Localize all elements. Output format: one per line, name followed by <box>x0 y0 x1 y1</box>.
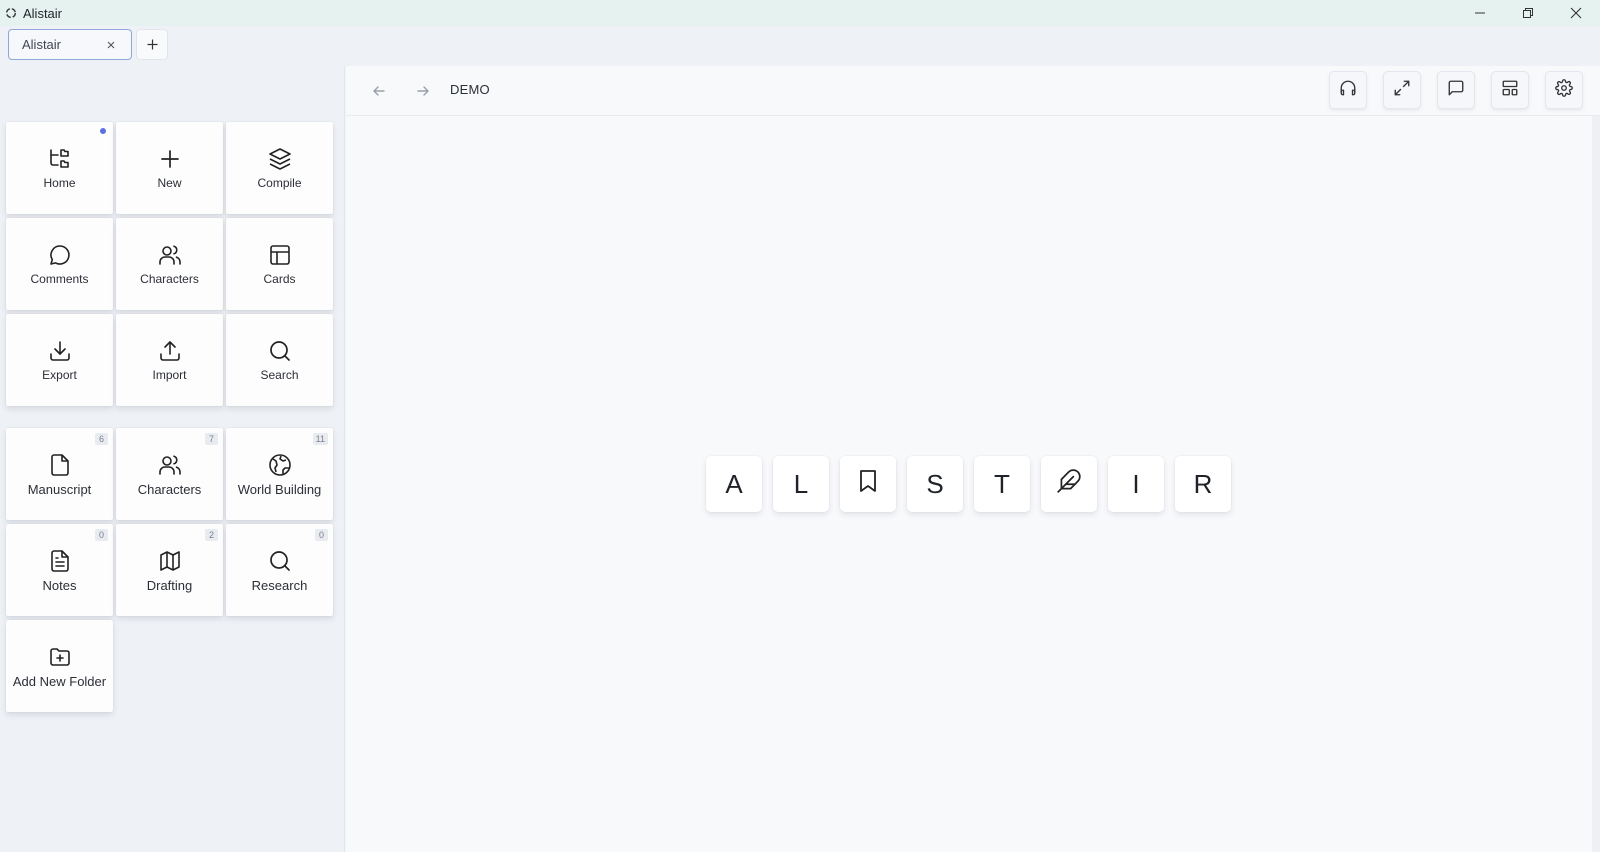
users-icon <box>157 242 183 268</box>
search-icon <box>267 338 293 364</box>
vertical-scrollbar[interactable] <box>1592 116 1600 852</box>
minimize-button[interactable] <box>1456 0 1504 26</box>
add-new-folder-button[interactable]: Add New Folder <box>6 620 113 712</box>
settings-button[interactable] <box>1545 71 1583 109</box>
expand-icon <box>1393 79 1411 102</box>
tile-label: Home <box>43 176 76 190</box>
logo-key-bookmark <box>840 456 896 512</box>
folder-notes[interactable]: 0 Notes <box>6 524 113 616</box>
globe-icon <box>267 452 293 478</box>
comments-button[interactable]: Comments <box>6 218 113 310</box>
tile-label: Compile <box>257 176 302 190</box>
logo-key-a: A <box>706 456 762 512</box>
title-bar: Alistair <box>0 0 1600 26</box>
count-badge: 6 <box>95 433 108 445</box>
search-icon <box>267 548 293 574</box>
restore-button[interactable] <box>1504 0 1552 26</box>
tile-label: Cards <box>263 272 296 286</box>
headphones-button[interactable] <box>1329 71 1367 109</box>
layout-icon <box>1501 79 1519 102</box>
folder-tree-icon <box>47 146 73 172</box>
plus-icon <box>157 146 183 172</box>
export-button[interactable]: Export <box>6 314 113 406</box>
count-badge: 7 <box>205 433 218 445</box>
tile-label: Research <box>251 577 308 593</box>
alistair-logo: A L S T I R <box>706 456 1231 512</box>
close-window-button[interactable] <box>1552 0 1600 26</box>
layers-icon <box>267 146 293 172</box>
download-icon <box>47 338 73 364</box>
message-icon <box>1447 79 1465 102</box>
compile-button[interactable]: Compile <box>226 122 333 214</box>
search-button[interactable]: Search <box>226 314 333 406</box>
back-button[interactable] <box>366 78 392 104</box>
fullscreen-button[interactable] <box>1383 71 1421 109</box>
tile-label: World Building <box>237 481 322 497</box>
tile-label: Characters <box>140 272 199 286</box>
tab-label: Alistair <box>22 37 62 52</box>
breadcrumb: DEMO <box>450 82 490 97</box>
users-icon <box>157 452 183 478</box>
app-logo-icon <box>5 7 17 19</box>
feather-icon <box>1056 468 1082 501</box>
tile-label: New <box>157 176 182 190</box>
comment-icon <box>47 242 73 268</box>
cards-button[interactable]: Cards <box>226 218 333 310</box>
logo-key-feather <box>1041 456 1097 512</box>
folder-characters[interactable]: 7 Characters <box>116 428 223 520</box>
logo-key-t: T <box>974 456 1030 512</box>
sidebar: Home New Compile Comments Characters Car… <box>0 66 345 852</box>
import-button[interactable]: Import <box>116 314 223 406</box>
upload-icon <box>157 338 183 364</box>
characters-action-button[interactable]: Characters <box>116 218 223 310</box>
tile-label: Add New Folder <box>12 673 107 689</box>
tab-strip: Alistair <box>0 26 1600 66</box>
file-icon <box>47 452 73 478</box>
notification-dot <box>100 128 106 134</box>
main-toolbar: DEMO <box>346 66 1600 116</box>
tile-label: Export <box>42 368 77 382</box>
folder-manuscript[interactable]: 6 Manuscript <box>6 428 113 520</box>
logo-key-i: I <box>1108 456 1164 512</box>
document-icon <box>47 548 73 574</box>
forward-button[interactable] <box>410 78 436 104</box>
tile-label: Notes <box>42 577 77 593</box>
tile-label: Comments <box>30 272 89 286</box>
folder-research[interactable]: 0 Research <box>226 524 333 616</box>
folder-world-building[interactable]: 11 World Building <box>226 428 333 520</box>
layout-button[interactable] <box>1491 71 1529 109</box>
gear-icon <box>1555 78 1573 102</box>
main-panel: DEMO A L S T I R <box>346 66 1600 852</box>
window-title: Alistair <box>23 5 63 21</box>
logo-key-s: S <box>907 456 963 512</box>
comments-panel-button[interactable] <box>1437 71 1475 109</box>
home-button[interactable]: Home <box>6 122 113 214</box>
count-badge: 11 <box>312 433 328 445</box>
tile-label: Characters <box>137 481 202 497</box>
tile-label: Drafting <box>146 577 193 593</box>
close-icon[interactable] <box>104 38 118 52</box>
count-badge: 0 <box>315 529 328 541</box>
logo-key-r: R <box>1175 456 1231 512</box>
logo-key-l: L <box>773 456 829 512</box>
new-button[interactable]: New <box>116 122 223 214</box>
tile-label: Import <box>152 368 187 382</box>
count-badge: 0 <box>95 529 108 541</box>
tab-alistair[interactable]: Alistair <box>8 29 132 60</box>
map-icon <box>157 548 183 574</box>
tile-label: Search <box>260 368 299 382</box>
folder-drafting[interactable]: 2 Drafting <box>116 524 223 616</box>
tile-label: Manuscript <box>27 481 92 497</box>
cards-icon <box>267 242 293 268</box>
bookmark-icon <box>857 469 879 500</box>
headphones-icon <box>1339 79 1357 102</box>
folder-plus-icon <box>47 644 73 670</box>
new-tab-button[interactable] <box>136 29 168 60</box>
count-badge: 2 <box>205 529 218 541</box>
